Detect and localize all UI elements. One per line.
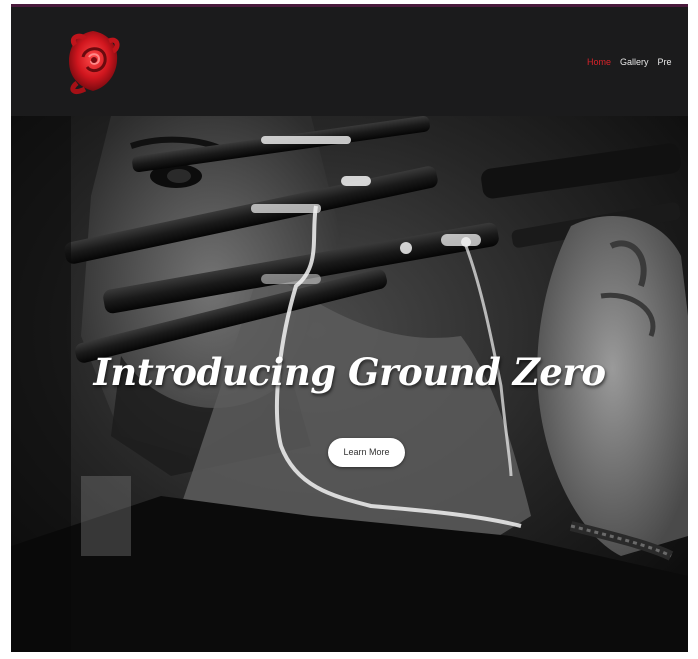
hero-banner: Introducing Ground Zero Learn More xyxy=(11,116,688,652)
main-nav: Home Gallery Pre xyxy=(587,57,672,67)
hero-headline: Introducing Ground Zero xyxy=(93,349,606,394)
logo-icon[interactable] xyxy=(63,27,123,95)
browser-viewport: Home Gallery Pre Introducing Ground Zero… xyxy=(11,4,688,652)
nav-item-press[interactable]: Pre xyxy=(658,57,672,67)
nav-item-home[interactable]: Home xyxy=(587,57,611,67)
learn-more-button[interactable]: Learn More xyxy=(328,438,405,467)
nav-item-gallery[interactable]: Gallery xyxy=(620,57,649,67)
site-header: Home Gallery Pre xyxy=(11,7,688,116)
